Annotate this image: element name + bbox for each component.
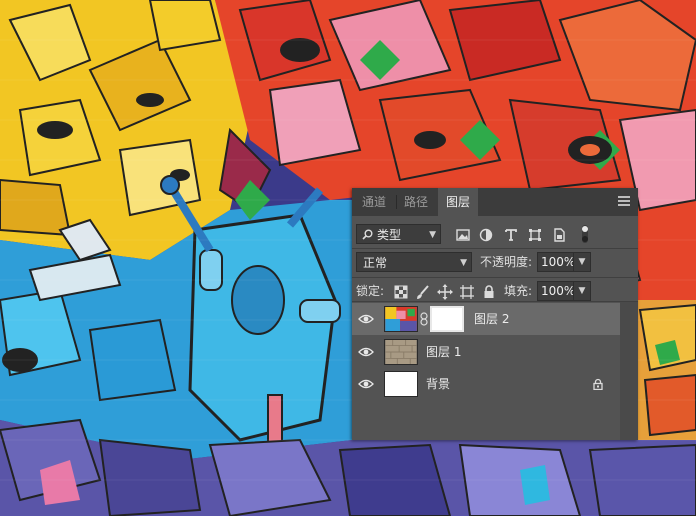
lock-icon[interactable] (592, 378, 604, 390)
layer-row-2[interactable]: 图层 2 (352, 303, 620, 335)
divider (352, 301, 638, 302)
panel-tab-bar: 通道 路径 图层 (352, 188, 638, 216)
blend-mode-dropdown[interactable]: 正常 ▼ (356, 252, 472, 272)
layer-thumbnail (384, 339, 418, 365)
tab-paths[interactable]: 路径 (396, 188, 436, 216)
smart-object-filter-icon[interactable] (550, 226, 568, 244)
shape-filter-icon[interactable] (526, 226, 544, 244)
tab-layers[interactable]: 图层 (438, 188, 479, 216)
lock-artboard-icon[interactable] (458, 283, 476, 301)
filter-toggle-icon[interactable] (578, 223, 592, 245)
blend-mode-value: 正常 (363, 256, 388, 270)
image-filter-icon[interactable] (454, 226, 472, 244)
lock-all-icon[interactable] (480, 283, 498, 301)
lock-paint-icon[interactable] (414, 283, 432, 301)
layer-name[interactable]: 图层 2 (474, 303, 509, 335)
layer-row-1[interactable]: 图层 1 (352, 336, 620, 368)
filter-kind-dropdown[interactable]: 类型 ▼ (356, 224, 441, 244)
layer-mask-thumbnail[interactable] (430, 306, 464, 332)
type-filter-icon[interactable] (502, 226, 520, 244)
layer-thumbnail (384, 371, 418, 397)
mask-link-icon[interactable] (420, 312, 428, 326)
layer-row-background[interactable]: 背景 (352, 368, 620, 400)
adjustment-filter-icon[interactable] (477, 226, 495, 244)
fill-label: 填充: (504, 284, 533, 298)
lock-move-icon[interactable] (436, 283, 454, 301)
panel-menu-icon[interactable] (618, 196, 630, 208)
search-icon (362, 229, 373, 240)
opacity-label: 不透明度: (480, 255, 533, 269)
tab-channels[interactable]: 通道 (354, 188, 394, 216)
layers-scrollbar[interactable] (620, 302, 638, 440)
opacity-slider-button[interactable]: ▼ (573, 252, 591, 272)
eye-icon[interactable] (358, 344, 374, 360)
lock-transparent-icon[interactable] (392, 283, 410, 301)
chevron-down-icon: ▼ (429, 230, 436, 240)
chevron-down-icon: ▼ (460, 258, 467, 268)
fill-slider-button[interactable]: ▼ (573, 281, 591, 301)
filter-row: 类型 ▼ (352, 220, 638, 248)
layer-name[interactable]: 背景 (426, 368, 450, 400)
eye-icon[interactable] (358, 311, 374, 327)
blend-row: 正常 ▼ 不透明度: 100% ▼ (352, 249, 638, 277)
eye-icon[interactable] (358, 376, 374, 392)
filter-kind-label: 类型 (377, 228, 402, 242)
layers-panel: 通道 路径 图层 类型 ▼ 正常 ▼ 不透明度: 100% ▼ 锁定: 填充: … (352, 188, 638, 440)
lock-label: 锁定: (356, 284, 385, 298)
layer-thumbnail (384, 306, 418, 332)
layer-name[interactable]: 图层 1 (426, 336, 461, 368)
